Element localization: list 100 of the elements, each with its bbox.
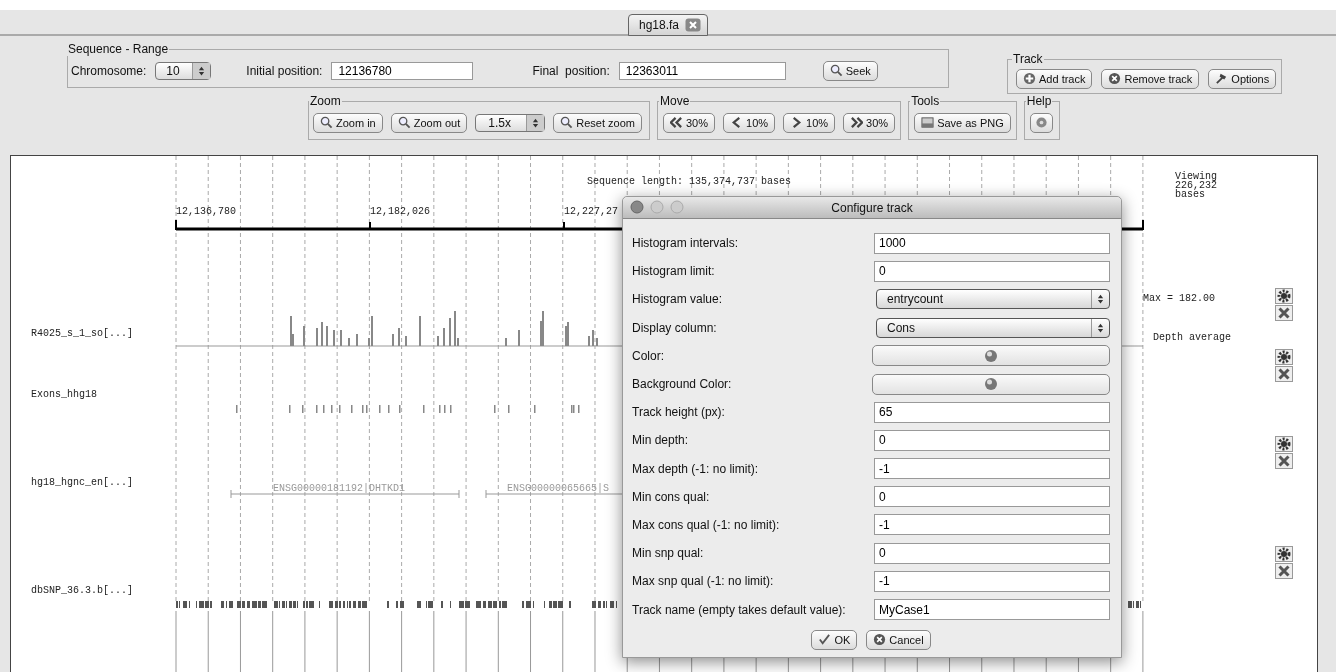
settings-icon[interactable] [1275, 546, 1293, 562]
color-button[interactable] [872, 373, 1110, 395]
close-icon[interactable] [1275, 563, 1293, 579]
ruler-label: 12,227,27 [564, 206, 618, 217]
input-field[interactable]: -1 [874, 570, 1110, 592]
move-button[interactable]: 10% [783, 112, 836, 133]
field-label: Min cons qual: [632, 489, 710, 504]
group-title: Track [1012, 52, 1044, 66]
move-button[interactable]: 30% [663, 112, 716, 133]
track-button[interactable]: Add track [1016, 68, 1093, 89]
double-right-chevron-icon [850, 116, 864, 129]
gene-label: ENSG00000065665|S [507, 483, 610, 494]
initial-position-field[interactable]: 12136780 [331, 61, 474, 80]
move-button[interactable]: 30% [843, 112, 896, 133]
search-icon [829, 64, 843, 77]
final-position-label: Final position: [532, 63, 610, 78]
magnifier-icon [397, 116, 411, 129]
close-icon[interactable] [685, 18, 701, 32]
remove-icon [1108, 72, 1122, 85]
plus-icon [1023, 72, 1036, 85]
magnifier-icon [560, 116, 574, 129]
track-name: Exons_hhg18 [31, 389, 97, 400]
file-tab[interactable]: hg18.fa [627, 14, 708, 36]
reset-zoom-button[interactable]: Reset zoom [553, 112, 642, 133]
track-button[interactable]: Remove track [1101, 68, 1200, 89]
field-label: Track height (px): [632, 405, 725, 420]
field-label: Display column: [632, 320, 717, 335]
zoom-out-button[interactable]: Zoom out [390, 112, 468, 133]
group-title: Sequence - Range [67, 42, 170, 56]
dropdown[interactable]: entrycount [876, 289, 1110, 310]
viewing-text: 226,232 [1175, 181, 1217, 190]
input-field[interactable]: 1000 [874, 232, 1110, 254]
field-label: Max snp qual (-1: no limit): [632, 574, 774, 589]
close-icon[interactable] [1275, 366, 1293, 382]
help-icon [1034, 116, 1048, 129]
color-swatch-icon [984, 377, 998, 392]
track-name: R4025_s_1_so[...] [31, 328, 134, 339]
field-label: Histogram value: [632, 292, 723, 307]
dropdown[interactable]: Cons [876, 317, 1110, 338]
field-label: Min depth: [632, 433, 689, 448]
double-left-chevron-icon [670, 116, 683, 129]
group-title: Zoom [309, 94, 342, 108]
chromosome-select[interactable]: 10 [155, 61, 212, 80]
input-field[interactable]: 0 [874, 486, 1110, 508]
input-field[interactable]: 0 [874, 542, 1110, 564]
initial-position-label: Initial position: [246, 63, 323, 78]
ruler-label: 12,182,026 [370, 206, 430, 217]
input-field[interactable]: 65 [874, 401, 1110, 423]
checkmark-icon [818, 633, 832, 647]
help-button[interactable] [1029, 112, 1053, 133]
chromosome-label: Chromosome: [71, 63, 147, 78]
settings-icon[interactable] [1275, 436, 1293, 452]
color-swatch-icon [984, 348, 998, 363]
zoom-in-button[interactable]: Zoom in [313, 112, 383, 133]
field-label: Min snp qual: [632, 546, 704, 561]
viewing-text: Viewing [1175, 172, 1217, 181]
viewing-text: bases [1175, 190, 1205, 199]
close-icon[interactable] [1275, 305, 1293, 321]
field-label: Histogram intervals: [632, 236, 739, 251]
field-label: Max depth (-1: no limit): [632, 461, 759, 476]
move-button[interactable]: 10% [723, 112, 776, 133]
field-label: Background Color: [632, 377, 732, 392]
image-icon [921, 116, 935, 129]
input-field[interactable]: 0 [874, 260, 1110, 282]
field-label: Color: [632, 348, 664, 363]
save-png-button[interactable]: Save as PNG [914, 112, 1011, 133]
cancel-icon [873, 633, 887, 647]
right-chevron-icon [790, 116, 804, 129]
group-title: Tools [910, 94, 941, 108]
cancel-button[interactable]: Cancel [866, 629, 931, 650]
input-field[interactable]: -1 [874, 514, 1110, 536]
field-label: Track name (empty takes default value): [632, 602, 846, 617]
input-field[interactable]: MyCase1 [874, 599, 1110, 621]
sequence-length-text: Sequence length: 135,374,737 bases [587, 176, 792, 187]
dialog-title: Configure track [831, 200, 913, 215]
group-title: Help [1025, 94, 1053, 108]
stepper-icon [192, 62, 211, 79]
zoom-factor-select[interactable]: 1.5x [475, 113, 546, 132]
track-button[interactable]: Options [1208, 68, 1277, 89]
input-field[interactable]: 0 [874, 429, 1110, 451]
final-position-field[interactable]: 12363011 [618, 61, 786, 80]
input-field[interactable]: -1 [874, 458, 1110, 480]
hammer-icon [1215, 72, 1229, 85]
group-title: Move [659, 94, 691, 108]
settings-icon[interactable] [1275, 349, 1293, 365]
depth-average-text: Depth average [1153, 332, 1231, 343]
settings-icon[interactable] [1275, 288, 1293, 304]
magnifier-icon [320, 116, 333, 129]
ruler-label: 12,136,780 [176, 206, 236, 217]
color-button[interactable] [872, 345, 1110, 367]
track-name: hg18_hgnc_en[...] [31, 477, 134, 488]
ok-button[interactable]: OK [811, 629, 858, 650]
field-label: Max cons qual (-1: no limit): [632, 517, 780, 532]
gene-label: ENSG00000181192|DHTKD1 [273, 483, 406, 494]
field-label: Histogram limit: [632, 264, 715, 279]
seek-button[interactable]: Seek [822, 60, 878, 81]
close-icon[interactable] [1275, 453, 1293, 469]
max-value-text: Max = 182.00 [1143, 293, 1215, 304]
track-name: dbSNP_36.3.b[...] [31, 585, 134, 596]
stepper-icon [526, 114, 545, 131]
